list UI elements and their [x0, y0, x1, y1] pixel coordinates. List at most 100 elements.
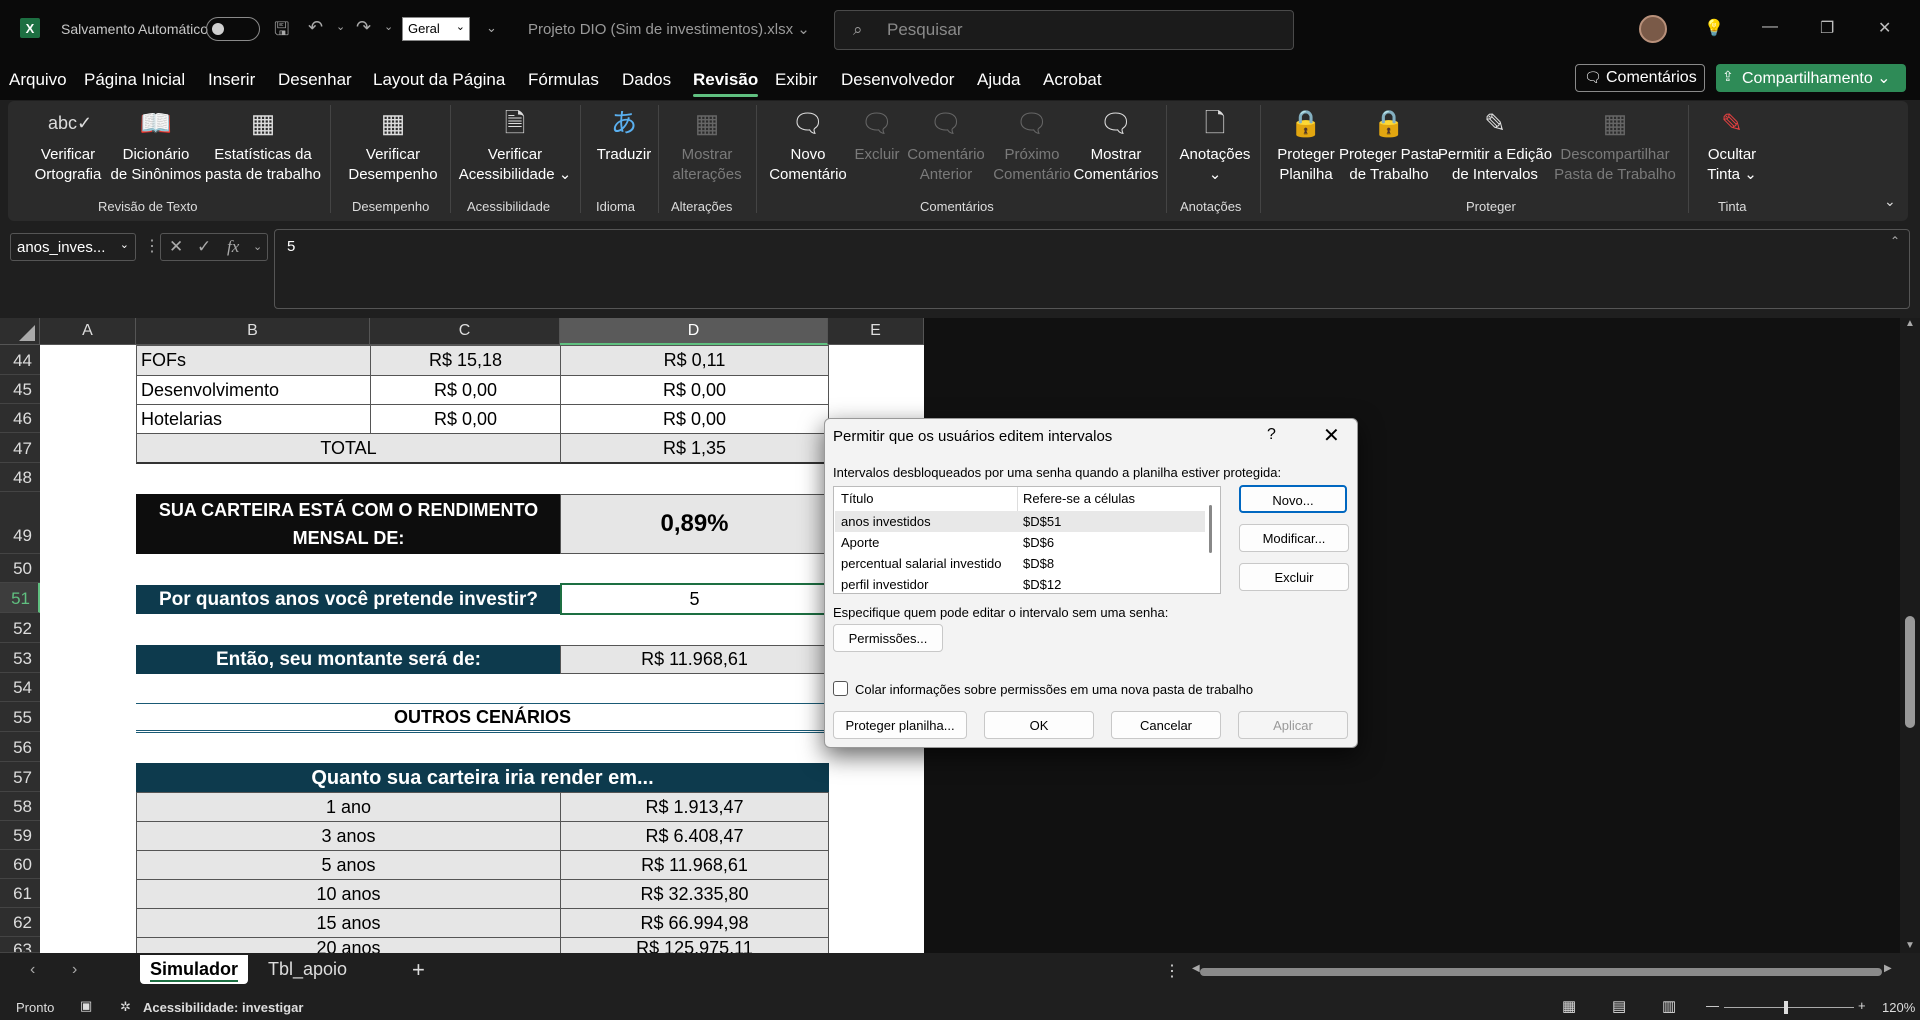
check-performance-button[interactable]: ▦ Verificar Desempenho: [338, 105, 448, 185]
row-header[interactable]: 56: [0, 732, 40, 762]
row-header[interactable]: 53: [0, 643, 40, 673]
tab-pagina-inicial[interactable]: Página Inicial: [84, 70, 185, 90]
sheet-tab-simulador[interactable]: Simulador: [140, 955, 249, 984]
page-layout-view-icon[interactable]: ▤: [1612, 997, 1626, 1015]
paste-permissions-checkbox[interactable]: [833, 681, 848, 696]
vertical-scrollbar[interactable]: ▲ ▼: [1900, 318, 1920, 953]
column-header[interactable]: C: [370, 318, 560, 345]
minimize-icon[interactable]: —: [1762, 18, 1778, 36]
close-window-icon[interactable]: ✕: [1878, 18, 1891, 38]
macro-icon[interactable]: ▣: [80, 998, 92, 1014]
cell-c46[interactable]: R$ 0,00: [370, 404, 561, 434]
avatar[interactable]: [1639, 15, 1667, 43]
protect-workbook-button[interactable]: 🔒 Proteger Pasta de Trabalho: [1334, 105, 1444, 185]
scenarios-header[interactable]: Quanto sua carteira iria render em...: [136, 763, 829, 793]
amount-label[interactable]: Então, seu montante será de:: [136, 645, 561, 674]
row-header[interactable]: 55: [0, 702, 40, 732]
horizontal-scrollbar-thumb[interactable]: [1200, 968, 1882, 976]
sheet-cells[interactable]: FOFs R$ 15,18 R$ 0,11 Desenvolvimento R$…: [40, 345, 924, 953]
next-sheet-icon[interactable]: ›: [72, 961, 77, 979]
scenario-value[interactable]: R$ 125.975,11: [560, 937, 829, 953]
autosave-toggle[interactable]: [206, 17, 260, 41]
new-range-button[interactable]: Novo...: [1239, 485, 1347, 513]
cell-d46[interactable]: R$ 0,00: [560, 404, 829, 434]
row-header[interactable]: 63: [0, 937, 40, 953]
notes-button[interactable]: 🗋 Anotações ⌄: [1172, 105, 1258, 185]
cell-c45[interactable]: R$ 0,00: [370, 375, 561, 405]
scenario-value[interactable]: R$ 1.913,47: [560, 792, 829, 822]
cell-total-value[interactable]: R$ 1,35: [560, 433, 829, 464]
customize-toolbar-icon[interactable]: ⌄: [486, 20, 497, 36]
document-title[interactable]: Projeto DIO (Sim de investimentos).xlsx …: [528, 20, 810, 38]
scenario-period[interactable]: 15 anos: [136, 908, 561, 938]
tab-revisao[interactable]: Revisão: [693, 70, 759, 97]
accessibility-status[interactable]: Acessibilidade: investigar: [143, 1000, 303, 1015]
show-comments-button[interactable]: 🗨 Mostrar Comentários: [1064, 105, 1168, 185]
comments-button[interactable]: 🗨 Comentários: [1575, 64, 1705, 92]
row-header[interactable]: 61: [0, 879, 40, 908]
ok-button[interactable]: OK: [984, 711, 1094, 739]
scenario-period[interactable]: 10 anos: [136, 879, 561, 909]
undo-icon[interactable]: ↶: [308, 17, 323, 38]
scenario-period[interactable]: 5 anos: [136, 850, 561, 880]
row-header[interactable]: 60: [0, 850, 40, 879]
scroll-up-icon[interactable]: ▲: [1905, 318, 1915, 329]
years-input-cell[interactable]: 5: [560, 583, 829, 615]
zoom-slider[interactable]: [1724, 1007, 1854, 1008]
prev-sheet-icon[interactable]: ‹: [30, 961, 35, 979]
formula-input[interactable]: 5: [274, 229, 1910, 309]
previous-comment-button[interactable]: 🗨 Comentário Anterior: [900, 105, 992, 185]
row-header[interactable]: 50: [0, 554, 40, 583]
scroll-right-icon[interactable]: ▶: [1884, 963, 1892, 974]
column-header[interactable]: E: [828, 318, 924, 345]
tab-layout[interactable]: Layout da Página: [373, 70, 505, 90]
column-header[interactable]: D: [560, 318, 828, 345]
cell-total-label[interactable]: TOTAL: [136, 433, 561, 464]
row-header[interactable]: 47: [0, 433, 40, 463]
restore-icon[interactable]: ❐: [1820, 18, 1834, 38]
list-item[interactable]: anos investidos $D$51: [835, 511, 1205, 532]
tab-dados[interactable]: Dados: [622, 70, 671, 90]
cancel-button[interactable]: Cancelar: [1111, 711, 1221, 739]
cell-d45[interactable]: R$ 0,00: [560, 375, 829, 405]
scrollbar-thumb[interactable]: [1905, 616, 1915, 728]
apply-button[interactable]: Aplicar: [1238, 711, 1348, 739]
page-break-view-icon[interactable]: ▥: [1662, 997, 1676, 1015]
permissions-button[interactable]: Permissões...: [833, 624, 943, 652]
zoom-slider-handle[interactable]: [1784, 1001, 1788, 1014]
insert-function-icon[interactable]: fx: [227, 237, 239, 257]
tab-formulas[interactable]: Fórmulas: [528, 70, 599, 90]
column-header[interactable]: B: [136, 318, 370, 345]
share-button[interactable]: ⇪ Compartilhamento ⌄: [1716, 64, 1906, 92]
scroll-down-icon[interactable]: ▼: [1905, 940, 1915, 951]
column-header[interactable]: A: [40, 318, 136, 345]
paste-permissions-label[interactable]: Colar informações sobre permissões em um…: [855, 682, 1253, 697]
scenario-period[interactable]: 3 anos: [136, 821, 561, 851]
row-header[interactable]: 48: [0, 463, 40, 492]
tab-ajuda[interactable]: Ajuda: [977, 70, 1020, 90]
ranges-list[interactable]: Título Refere-se a células anos investid…: [833, 486, 1221, 594]
undo-dropdown-icon[interactable]: ⌄: [336, 20, 345, 33]
search-input[interactable]: ⌕ Pesquisar: [834, 10, 1294, 50]
sheet-tab-tbl-apoio[interactable]: Tbl_apoio: [268, 959, 347, 980]
scenario-period[interactable]: 1 ano: [136, 792, 561, 822]
collapse-ribbon-icon[interactable]: ⌄: [1884, 193, 1896, 210]
redo-dropdown-icon[interactable]: ⌄: [384, 20, 393, 33]
row-header[interactable]: 49: [0, 492, 40, 554]
scenario-value[interactable]: R$ 32.335,80: [560, 879, 829, 909]
modify-range-button[interactable]: Modificar...: [1239, 524, 1349, 552]
protect-sheet-button[interactable]: Proteger planilha...: [833, 711, 967, 739]
zoom-level[interactable]: 120%: [1882, 1000, 1915, 1015]
tab-desenvolvedor[interactable]: Desenvolvedor: [841, 70, 954, 90]
name-box[interactable]: anos_inves... ⌄: [10, 233, 136, 261]
cell-c44[interactable]: R$ 15,18: [370, 345, 561, 376]
cell-d44[interactable]: R$ 0,11: [560, 345, 829, 376]
row-header[interactable]: 51: [0, 583, 40, 613]
enter-icon[interactable]: ✓: [197, 237, 211, 257]
list-scrollbar[interactable]: [1209, 505, 1212, 553]
row-header[interactable]: 59: [0, 821, 40, 850]
chevron-down-icon[interactable]: ⌄: [253, 240, 262, 253]
row-header[interactable]: 62: [0, 908, 40, 937]
cell-b45[interactable]: Desenvolvimento: [136, 375, 371, 405]
select-all-corner[interactable]: [0, 318, 40, 345]
